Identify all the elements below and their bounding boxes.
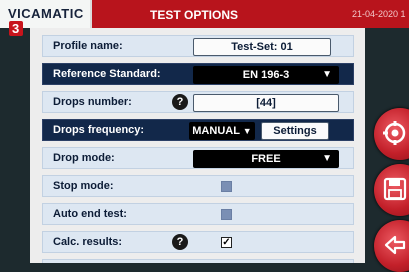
back-arrow-icon — [384, 235, 406, 255]
stop-mode-checkbox[interactable] — [221, 181, 232, 192]
page-title: TEST OPTIONS — [150, 8, 239, 22]
dropdown-arrow-icon: ▼ — [322, 69, 332, 80]
reference-standard-dropdown[interactable]: EN 196-3 ▼ — [193, 66, 339, 84]
drops-frequency-label: Drops frequency: — [53, 124, 145, 136]
calc-results-row: Calc. results: ? ✓ — [42, 231, 354, 253]
auto-end-test-checkbox[interactable] — [221, 209, 232, 220]
date-display: 21-04-2020 1 — [352, 9, 406, 19]
back-button[interactable] — [374, 220, 409, 272]
reference-standard-label: Reference Standard: — [53, 68, 161, 80]
reference-standard-row: Reference Standard: EN 196-3 ▼ — [42, 63, 354, 85]
drop-mode-row: Drop mode: FREE ▼ — [42, 147, 354, 169]
reference-standard-value: EN 196-3 — [242, 69, 290, 81]
test-settings-button[interactable] — [374, 108, 409, 160]
profile-name-row: Profile name: Test-Set: 01 — [42, 35, 354, 57]
auto-end-test-label: Auto end test: — [53, 208, 127, 220]
drop-mode-dropdown[interactable]: FREE ▼ — [193, 150, 339, 168]
drops-number-field[interactable]: [44] — [193, 94, 339, 112]
drops-frequency-row: Drops frequency: MANUAL ▼ Settings — [42, 119, 354, 141]
drops-number-row: Drops number: ? [44] — [42, 91, 354, 113]
help-icon[interactable]: ? — [172, 94, 188, 110]
dropdown-arrow-icon: ▼ — [322, 153, 332, 164]
save-button[interactable] — [374, 164, 409, 216]
brand-logo: VICAMATIC3 — [0, 0, 92, 36]
next-row-partial — [42, 259, 354, 263]
drops-number-label: Drops number: — [53, 96, 132, 108]
calc-results-checkbox[interactable]: ✓ — [221, 237, 232, 248]
auto-end-test-row: Auto end test: — [42, 203, 354, 225]
floppy-disk-icon — [383, 177, 407, 201]
gear-test-icon — [383, 121, 406, 145]
dropdown-arrow-icon: ▼ — [242, 126, 252, 136]
drop-mode-label: Drop mode: — [53, 152, 115, 164]
calc-results-label: Calc. results: — [53, 236, 123, 248]
drop-mode-value: FREE — [251, 153, 281, 165]
logo-badge: 3 — [9, 21, 23, 36]
title-bar: VICAMATIC3 TEST OPTIONS 21-04-2020 1 — [0, 0, 409, 36]
profile-name-field[interactable]: Test-Set: 01 — [193, 38, 331, 56]
options-panel: Profile name: Test-Set: 01 Reference Sta… — [30, 28, 365, 263]
profile-name-label: Profile name: — [53, 40, 123, 52]
drops-frequency-dropdown[interactable]: MANUAL ▼ — [189, 122, 255, 140]
settings-button[interactable]: Settings — [261, 122, 329, 140]
help-icon[interactable]: ? — [172, 234, 188, 250]
stop-mode-row: Stop mode: — [42, 175, 354, 197]
stop-mode-label: Stop mode: — [53, 180, 114, 192]
drops-frequency-value: MANUAL — [192, 125, 240, 137]
logo-prefix: VICAMATIC — [8, 6, 84, 21]
